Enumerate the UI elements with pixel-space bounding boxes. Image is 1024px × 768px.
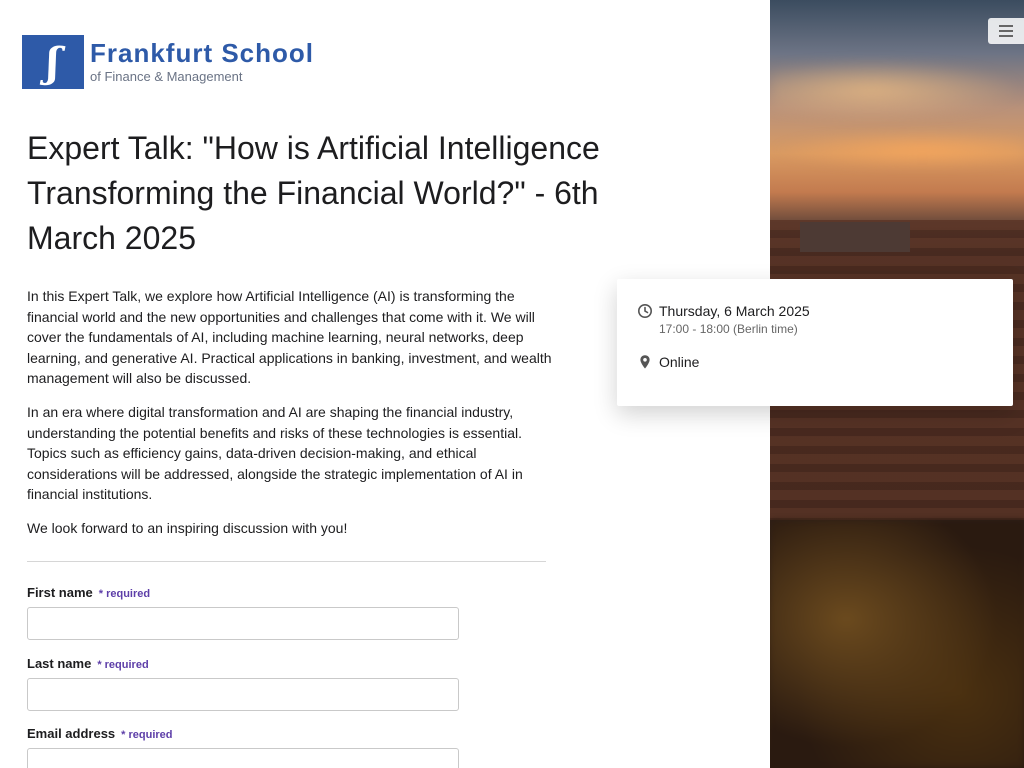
required-indicator: * required xyxy=(121,729,173,741)
event-date: Thursday, 6 March 2025 xyxy=(659,303,810,319)
first-name-label-text: First name xyxy=(27,585,93,600)
logo-name: Frankfurt School xyxy=(90,38,315,68)
event-date-block: Thursday, 6 March 2025 17:00 - 18:00 (Be… xyxy=(659,301,810,337)
last-name-label-text: Last name xyxy=(27,656,92,671)
event-location: Online xyxy=(659,354,700,370)
map-pin-icon xyxy=(640,355,650,369)
first-name-label: First name * required xyxy=(27,585,150,600)
menu-icon-bar xyxy=(999,35,1013,37)
logo-subtitle: of Finance & Management xyxy=(90,69,243,84)
clock-icon xyxy=(638,304,652,318)
page-title: Expert Talk: "How is Artificial Intellig… xyxy=(27,130,600,256)
description-paragraph: We look forward to an inspiring discussi… xyxy=(27,519,348,536)
photo-cloud xyxy=(770,130,1024,170)
menu-icon-bar xyxy=(999,25,1013,27)
description-paragraph: In this Expert Talk, we explore how Arti… xyxy=(27,288,552,387)
photo-building-roof xyxy=(800,222,910,252)
logo-mark-icon: ʃ xyxy=(22,35,84,89)
last-name-label: Last name * required xyxy=(27,656,149,671)
required-indicator: * required xyxy=(98,588,151,600)
photo-trees xyxy=(770,520,1024,768)
logo-text: Frankfurt School of Finance & Management xyxy=(90,38,314,86)
event-info-card: Thursday, 6 March 2025 17:00 - 18:00 (Be… xyxy=(617,279,1013,406)
event-location-row: Online xyxy=(637,352,699,372)
photo-cloud xyxy=(770,60,1024,120)
menu-icon-bar xyxy=(999,30,1013,32)
email-input[interactable] xyxy=(27,748,459,768)
required-indicator: * required xyxy=(97,659,149,671)
first-name-input[interactable] xyxy=(27,607,459,640)
logo[interactable]: ʃ Frankfurt School of Finance & Manageme… xyxy=(22,34,314,90)
event-description: In this Expert Talk, we explore how Arti… xyxy=(27,286,557,552)
event-time: 17:00 - 18:00 (Berlin time) xyxy=(659,322,798,336)
event-date-row: Thursday, 6 March 2025 17:00 - 18:00 (Be… xyxy=(637,301,810,337)
email-label-text: Email address xyxy=(27,726,116,741)
email-label: Email address * required xyxy=(27,726,173,741)
last-name-input[interactable] xyxy=(27,678,459,711)
menu-button[interactable] xyxy=(988,18,1024,44)
description-paragraph: In an era where digital transformation a… xyxy=(27,403,523,503)
divider xyxy=(27,561,546,562)
